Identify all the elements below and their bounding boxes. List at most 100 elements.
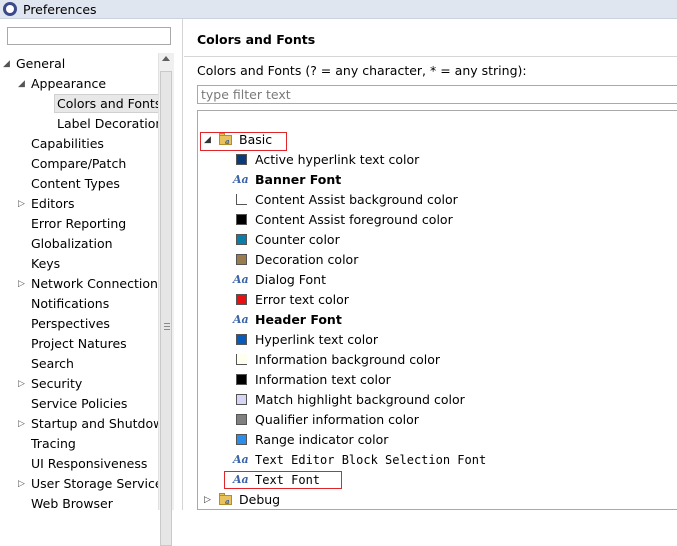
font-row[interactable]: Aa Text Editor Block Selection Font	[198, 450, 676, 470]
tree-item[interactable]: ▷ Security	[0, 374, 158, 394]
tree-item-label: Editors	[31, 196, 75, 211]
triangle-collapsed-icon[interactable]: ▷	[204, 496, 213, 505]
item-label: Banner Font	[255, 172, 342, 187]
tree-item[interactable]: Keys	[0, 254, 158, 274]
tree-item[interactable]: ▷ Editors	[0, 194, 158, 214]
tree-item[interactable]: Notifications	[0, 294, 158, 314]
triangle-collapsed-icon[interactable]: ▷	[17, 380, 26, 389]
color-row[interactable]: Content Assist foreground color	[198, 210, 676, 230]
scroll-up-arrow-icon[interactable]	[162, 56, 170, 61]
category-row[interactable]: ▷ a Debug	[198, 490, 676, 509]
color-swatch	[236, 354, 247, 365]
page-title: Colors and Fonts	[197, 32, 316, 47]
triangle-collapsed-icon[interactable]: ▷	[17, 280, 26, 289]
pane-divider[interactable]	[182, 19, 183, 510]
color-row[interactable]: Match highlight background color	[198, 390, 676, 410]
tree-item-label: Service Policies	[31, 396, 128, 411]
color-row[interactable]: Range indicator color	[198, 430, 676, 450]
tree-item[interactable]: Perspectives	[0, 314, 158, 334]
basic-highlight-box	[200, 132, 287, 151]
tree-item[interactable]: Label Decorations	[0, 114, 158, 134]
color-row[interactable]: Decoration color	[198, 250, 676, 270]
aa-font-icon: Aa	[233, 313, 249, 326]
text-font-highlight-box	[224, 471, 342, 489]
font-row[interactable]: Aa Banner Font	[198, 170, 676, 190]
color-swatch	[236, 234, 247, 245]
item-label: Content Assist background color	[255, 192, 458, 207]
item-label: Dialog Font	[255, 272, 327, 287]
font-row[interactable]: Aa Dialog Font	[198, 270, 676, 290]
tree-item[interactable]: UI Responsiveness	[0, 454, 158, 474]
color-row[interactable]: Error text color	[198, 290, 676, 310]
scroll-thumb[interactable]	[160, 71, 172, 546]
tree-item[interactable]: ▷ Network Connections	[0, 274, 158, 294]
tree-item[interactable]: Error Reporting	[0, 214, 158, 234]
tree-item-label: Capabilities	[31, 136, 104, 151]
tree-item-label: Notifications	[31, 296, 110, 311]
tree-item[interactable]: Web Browser	[0, 494, 158, 510]
triangle-expanded-icon[interactable]: ◢	[17, 80, 26, 89]
tree-item[interactable]: Colors and Fonts	[0, 94, 158, 114]
tree-item-label: Security	[31, 376, 83, 391]
color-swatch	[236, 254, 247, 265]
item-label: Qualifier information color	[255, 412, 419, 427]
folder-font-icon: a	[219, 493, 233, 505]
tree-item[interactable]: Service Policies	[0, 394, 158, 414]
color-swatch	[236, 294, 247, 305]
item-label: Information background color	[255, 352, 441, 367]
triangle-collapsed-icon[interactable]: ▷	[17, 480, 26, 489]
aa-font-icon: Aa	[233, 273, 249, 286]
window-title: Preferences	[23, 1, 97, 17]
tree-item[interactable]: ◢ Appearance	[0, 74, 158, 94]
tree-item[interactable]: ▷ Startup and Shutdown	[0, 414, 158, 434]
preferences-filter-input[interactable]	[7, 27, 171, 45]
color-row[interactable]: Active hyperlink text color	[198, 150, 676, 170]
item-label: Header Font	[255, 312, 342, 327]
tree-item[interactable]: ▷ User Storage Service	[0, 474, 158, 494]
item-label: Information text color	[255, 372, 391, 387]
color-row[interactable]: Counter color	[198, 230, 676, 250]
tree-item-label: UI Responsiveness	[31, 456, 148, 471]
tree-item[interactable]: Compare/Patch	[0, 154, 158, 174]
tree-item[interactable]: ◢ General	[0, 54, 158, 74]
triangle-expanded-icon[interactable]: ◢	[2, 60, 11, 69]
color-row[interactable]: Information text color	[198, 370, 676, 390]
triangle-collapsed-icon[interactable]: ▷	[17, 200, 26, 209]
tree-item-label: Label Decorations	[57, 116, 158, 131]
title-bar: Preferences	[0, 0, 677, 19]
tree-item-label: General	[16, 56, 66, 71]
font-badge: a	[225, 497, 230, 506]
aa-font-icon: Aa	[233, 173, 249, 186]
item-label: Decoration color	[255, 252, 359, 267]
item-label: Active hyperlink text color	[255, 152, 420, 167]
preference-tree[interactable]: ◢ General ◢ Appearance Colors and Fonts Label…	[0, 53, 158, 510]
tree-item[interactable]: Globalization	[0, 234, 158, 254]
tree-scrollbar[interactable]	[158, 53, 174, 546]
colors-fonts-tree[interactable]: ◢ a Basic Active hyperlink text color Aa Bann…	[197, 110, 677, 510]
color-swatch	[236, 214, 247, 225]
triangle-collapsed-icon[interactable]: ▷	[17, 420, 26, 429]
color-swatch	[236, 374, 247, 385]
font-row[interactable]: Aa Header Font	[198, 310, 676, 330]
tree-item-label: Compare/Patch	[31, 156, 127, 171]
colors-filter-input[interactable]	[197, 85, 677, 104]
item-label: Text Editor Block Selection Font	[255, 453, 487, 467]
tree-item[interactable]: Content Types	[0, 174, 158, 194]
tree-item[interactable]: Capabilities	[0, 134, 158, 154]
color-row[interactable]: Information background color	[198, 350, 676, 370]
color-row[interactable]: Hyperlink text color	[198, 330, 676, 350]
tree-item[interactable]: Project Natures	[0, 334, 158, 354]
color-swatch	[236, 334, 247, 345]
aa-font-icon: Aa	[233, 453, 249, 466]
color-row[interactable]: Qualifier information color	[198, 410, 676, 430]
page-description: Colors and Fonts (? = any character, * =…	[197, 63, 527, 78]
tree-item-label: Network Connections	[31, 276, 158, 291]
right-pane: Colors and Fonts Colors and Fonts (? = a…	[184, 19, 677, 510]
category-label: Debug	[239, 492, 281, 507]
color-row[interactable]: Content Assist background color	[198, 190, 676, 210]
tree-item[interactable]: Search	[0, 354, 158, 374]
tree-item-label: Appearance	[31, 76, 107, 91]
item-label: Error text color	[255, 292, 349, 307]
tree-item-label: Content Types	[31, 176, 120, 191]
tree-item[interactable]: Tracing	[0, 434, 158, 454]
